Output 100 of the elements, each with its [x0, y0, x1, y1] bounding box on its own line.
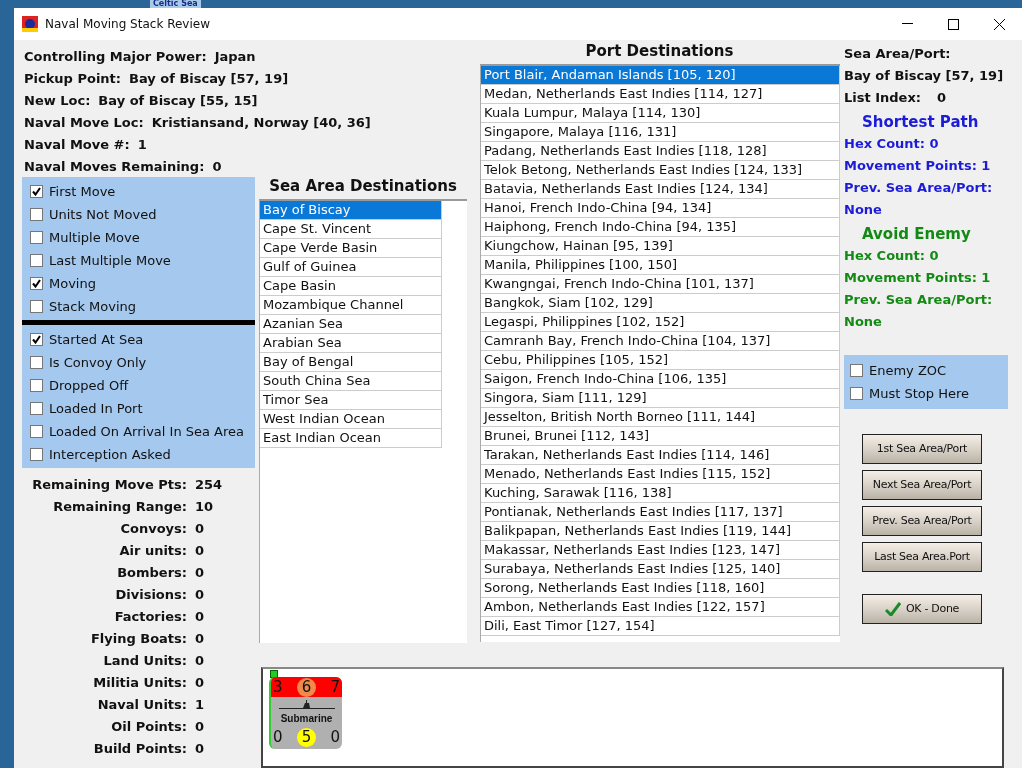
list-item[interactable]: Medan, Netherlands East Indies [114, 127] — [481, 85, 840, 104]
stat-label: Naval Units: — [96, 696, 187, 714]
checkbox-label: Enemy ZOC — [869, 361, 947, 380]
list-item[interactable]: Azanian Sea — [260, 315, 442, 334]
list-item[interactable]: West Indian Ocean — [260, 410, 442, 429]
field-value: Bay of Biscay [55, 15] — [98, 92, 258, 110]
unit-stat: 5 — [297, 727, 316, 747]
checkbox[interactable] — [30, 333, 43, 346]
field-value: Bay of Biscay [57, 19] — [129, 70, 289, 88]
list-item[interactable]: Camranh Bay, French Indo-China [104, 137] — [481, 332, 840, 351]
field-label: Naval Move Loc: — [24, 114, 144, 132]
checkbox[interactable] — [30, 277, 43, 290]
section-heading: Avoid Enemy — [861, 224, 972, 245]
list-item[interactable]: Brunei, Brunei [112, 143] — [481, 427, 840, 446]
list-item[interactable]: Manila, Philippines [100, 150] — [481, 256, 840, 275]
list-item[interactable]: Gulf of Guinea — [260, 258, 442, 277]
action-button[interactable]: Prev. Sea Area/Port — [862, 506, 982, 536]
list-item[interactable]: Padang, Netherlands East Indies [118, 128] — [481, 142, 840, 161]
checkbox[interactable] — [30, 300, 43, 313]
stat-label: Remaining Range: — [52, 498, 187, 516]
stat-value: 0 — [195, 718, 206, 736]
stat-value: 1 — [195, 696, 206, 714]
stat-label: Land Units: — [102, 652, 187, 670]
list-item[interactable]: Cebu, Philippines [105, 152] — [481, 351, 840, 370]
unit-counter[interactable]: 3 6 7 Submarine 0 5 0 — [269, 677, 342, 749]
unit-stat: 0 — [273, 727, 283, 748]
field-label: Controlling Major Power: — [24, 48, 207, 66]
checkbox[interactable] — [850, 364, 863, 377]
list-item[interactable]: Pontianak, Netherlands East Indies [117, 137] — [481, 503, 840, 522]
list-item[interactable]: Cape Verde Basin — [260, 239, 442, 258]
checkbox[interactable] — [30, 425, 43, 438]
checkbox-label: Must Stop Here — [869, 384, 969, 403]
list-item[interactable]: Menado, Netherlands East Indies [115, 152] — [481, 465, 840, 484]
list-item[interactable]: Haiphong, French Indo-China [94, 135] — [481, 218, 840, 237]
section-heading: Shortest Path — [861, 112, 980, 133]
list-item[interactable]: Bay of Biscay — [260, 201, 442, 220]
list-item[interactable]: Telok Betong, Netherlands East Indies [124, 133] — [481, 161, 840, 180]
action-button[interactable]: OK - Done — [862, 594, 982, 624]
list-item[interactable]: East Indian Ocean — [260, 429, 442, 448]
stat-value: 0 — [195, 564, 206, 582]
stat-label: Bombers: — [116, 564, 187, 582]
checkbox[interactable] — [30, 185, 43, 198]
action-button[interactable]: Last Sea Area.Port — [862, 542, 982, 572]
stat-value: 0 — [195, 608, 206, 626]
list-item[interactable]: Sorong, Netherlands East Indies [118, 160] — [481, 579, 840, 598]
list-item[interactable]: Cape St. Vincent — [260, 220, 442, 239]
list-item[interactable]: Jesselton, British North Borneo [111, 144] — [481, 408, 840, 427]
list-item[interactable]: Bangkok, Siam [102, 129] — [481, 294, 840, 313]
list-item[interactable]: Makassar, Netherlands East Indies [123, 147] — [481, 541, 840, 560]
list-item[interactable]: Kwangngai, French Indo-China [101, 137] — [481, 275, 840, 294]
action-button[interactable]: Next Sea Area/Port — [862, 470, 982, 500]
list-item[interactable]: Dili, East Timor [127, 154] — [481, 617, 840, 636]
field-value: Bay of Biscay [57, 19] — [844, 67, 1005, 85]
list-item[interactable]: Ambon, Netherlands East Indies [122, 157] — [481, 598, 840, 617]
stat-label: Divisions: — [114, 586, 187, 604]
checkbox[interactable] — [30, 402, 43, 415]
list-item[interactable]: Surabaya, Netherlands East Indies [125, 140] — [481, 560, 840, 579]
list-item[interactable]: Kiungchow, Hainan [95, 139] — [481, 237, 840, 256]
list-item[interactable]: Legaspi, Philippines [102, 152] — [481, 313, 840, 332]
unit-stat: 3 — [273, 677, 283, 698]
checkbox[interactable] — [30, 254, 43, 267]
stat-value: 0 — [195, 740, 206, 758]
stat-label: Flying Boats: — [89, 630, 187, 648]
stat-value: 10 — [195, 498, 215, 516]
list-item[interactable]: Balikpapan, Netherlands East Indies [119, 144] — [481, 522, 840, 541]
list-item[interactable]: Arabian Sea — [260, 334, 442, 353]
list-item[interactable]: Port Blair, Andaman Islands [105, 120] — [481, 66, 840, 85]
stat-value: 0 — [195, 652, 206, 670]
checkbox[interactable] — [30, 208, 43, 221]
list-item[interactable]: Kuching, Sarawak [116, 138] — [481, 484, 840, 503]
list-item[interactable]: Bay of Bengal — [260, 353, 442, 372]
list-item[interactable]: Batavia, Netherlands East Indies [124, 134] — [481, 180, 840, 199]
action-button[interactable]: 1st Sea Area/Port — [862, 434, 982, 464]
checkbox[interactable] — [30, 231, 43, 244]
list-item[interactable]: Singapore, Malaya [116, 131] — [481, 123, 840, 142]
unit-stat: 0 — [330, 727, 340, 748]
checkbox[interactable] — [30, 356, 43, 369]
list-item[interactable]: Singora, Siam [111, 129] — [481, 389, 840, 408]
path-info: Hex Count: 0 — [844, 135, 940, 153]
checkbox-label: First Move — [49, 182, 116, 201]
list-item[interactable]: Mozambique Channel — [260, 296, 442, 315]
checkbox-label: Loaded On Arrival In Sea Area — [49, 422, 244, 441]
list-heading: Port Destinations — [584, 42, 735, 60]
stat-value: 0 — [195, 674, 206, 692]
path-info: Prev. Sea Area/Port: — [844, 179, 994, 197]
list-item[interactable]: Timor Sea — [260, 391, 442, 410]
checkbox[interactable] — [30, 379, 43, 392]
list-item[interactable]: Cape Basin — [260, 277, 442, 296]
stat-label: Oil Points: — [110, 718, 187, 736]
list-item[interactable]: Kuala Lumpur, Malaya [114, 130] — [481, 104, 840, 123]
path-info: Movement Points: 1 — [844, 157, 992, 175]
list-item[interactable]: Hanoi, French Indo-China [94, 134] — [481, 199, 840, 218]
checkbox[interactable] — [850, 387, 863, 400]
list-item[interactable]: Tarakan, Netherlands East Indies [114, 146] — [481, 446, 840, 465]
list-item[interactable]: Saigon, French Indo-China [106, 135] — [481, 370, 840, 389]
unit-stat: 7 — [330, 677, 340, 698]
stat-label: Convoys: — [119, 520, 187, 538]
stat-label: Militia Units: — [92, 674, 187, 692]
list-item[interactable]: South China Sea — [260, 372, 442, 391]
checkbox[interactable] — [30, 448, 43, 461]
